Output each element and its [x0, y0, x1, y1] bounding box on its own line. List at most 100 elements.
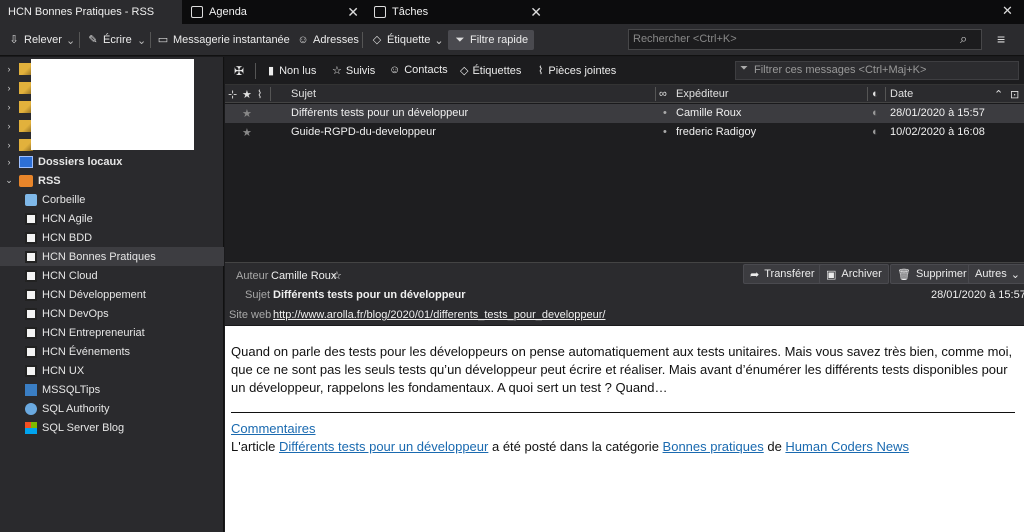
sidebar-item-hcn-entrepreneuriat[interactable]: HCN Entrepreneuriat	[0, 323, 224, 342]
star-icon[interactable]: ☆	[332, 269, 342, 282]
chevron-down-icon[interactable]: ⌄	[66, 30, 75, 50]
star-icon[interactable]: ★	[242, 107, 252, 120]
auteur-value[interactable]: Camille Roux	[271, 270, 336, 282]
sidebar-item-label: HCN Cloud	[42, 269, 98, 282]
tab-agenda[interactable]: Agenda ✕	[183, 0, 365, 24]
status-dot-icon: •	[663, 126, 667, 138]
message-sender: frederic Radigoy	[676, 126, 757, 138]
chevron-right-icon[interactable]: ›	[4, 140, 14, 150]
junk-column-icon[interactable]: ◐	[872, 88, 879, 100]
chevron-down-icon: ⌄	[1010, 268, 1021, 281]
messagerie-button[interactable]: ▭ Messagerie instantanée	[157, 30, 290, 50]
table-row[interactable]: ★ Différents tests pour un développeur •…	[225, 104, 1024, 123]
tab-taches[interactable]: Tâches ✕	[366, 0, 548, 24]
column-divider	[885, 87, 886, 101]
chevron-down-icon[interactable]: ⌄	[137, 30, 146, 50]
message-body: Quand on parle des tests pour les dévelo…	[225, 326, 1024, 532]
sidebar-item-label: Corbeille	[42, 193, 86, 206]
column-expediteur[interactable]: Expéditeur	[676, 88, 729, 100]
sidebar-item-label: HCN Entrepreneuriat	[42, 326, 145, 339]
filter-icon: ⏷	[455, 34, 465, 46]
supprimer-button[interactable]: 🗑 Supprimer	[890, 264, 974, 284]
siteweb-link[interactable]: http://www.arolla.fr/blog/2020/01/differ…	[273, 309, 605, 321]
article-mid: a été posté dans la catégorie	[488, 439, 663, 454]
archive-icon: ▣	[826, 268, 837, 281]
sidebar-item-hcn-cloud[interactable]: HCN Cloud	[0, 266, 224, 285]
chevron-right-icon[interactable]: ›	[4, 102, 14, 112]
pin-icon[interactable]: ✠	[234, 64, 244, 78]
etiquette-label: Étiquette	[387, 34, 431, 46]
source-link[interactable]: Human Coders News	[785, 439, 909, 454]
suivis-filter-button[interactable]: ☆ Suivis	[332, 64, 375, 78]
etiquette-button[interactable]: ◇ Étiquette ⌄	[371, 30, 444, 50]
filter-messages-input[interactable]: Filtrer ces messages <Ctrl+Maj+K>	[735, 61, 1019, 80]
category-link[interactable]: Bonnes pratiques	[663, 439, 764, 454]
commentaires-link[interactable]: Commentaires	[231, 421, 316, 436]
global-search-input[interactable]: Rechercher <Ctrl+K>	[628, 29, 982, 50]
tab-bar: HCN Bonnes Pratiques - RSS Agenda ✕ Tâch…	[0, 0, 1024, 24]
column-date[interactable]: Date	[890, 88, 913, 100]
search-icon[interactable]: ⌕	[960, 31, 967, 47]
close-icon[interactable]: ✕	[530, 4, 542, 21]
sidebar-item-mssqltips[interactable]: MSSQLTips	[0, 380, 224, 399]
sort-ascending-icon[interactable]: ⌃	[994, 88, 1003, 101]
chevron-right-icon[interactable]: ›	[4, 83, 14, 93]
rss-icon	[19, 174, 33, 187]
article-de: de	[763, 439, 786, 454]
trash-icon	[25, 193, 37, 206]
filtre-rapide-button[interactable]: ⏷ Filtre rapide	[448, 30, 535, 50]
ecrire-label: Écrire	[103, 34, 132, 46]
dossiers-locaux-row[interactable]: › Dossiers locaux	[0, 152, 224, 171]
sidebar-item-hcn-bonnes-pratiques[interactable]: HCN Bonnes Pratiques	[0, 247, 224, 266]
sidebar-item-label: HCN DevOps	[42, 307, 109, 320]
body-paragraph: Quand on parle des tests pour les dévelo…	[231, 344, 1013, 395]
ecrire-button[interactable]: ✎ Écrire	[87, 30, 132, 50]
sidebar-item-label: HCN Bonnes Pratiques	[42, 250, 156, 263]
sidebar-item-sql-authority[interactable]: SQL Authority	[0, 399, 224, 418]
tag-icon: ◇	[372, 34, 382, 46]
transferer-button[interactable]: ➦ Transférer	[743, 264, 822, 284]
etiquettes-filter-button[interactable]: ◇ Étiquettes	[460, 64, 521, 78]
non-lus-filter-button[interactable]: ▮ Non lus	[268, 64, 316, 78]
attachment-column-icon[interactable]: ⌇	[257, 88, 262, 101]
menu-icon[interactable]: ≡	[997, 29, 1005, 49]
column-picker-icon[interactable]: ⊡	[1010, 88, 1019, 101]
chevron-down-icon[interactable]: ⌄	[4, 175, 14, 186]
chevron-right-icon[interactable]: ›	[4, 64, 14, 74]
sidebar-item-hcn-developpement[interactable]: HCN Développement	[0, 285, 224, 304]
archiver-button[interactable]: ▣ Archiver	[819, 264, 889, 284]
relever-button[interactable]: ⇩ Relever	[8, 30, 62, 50]
tab-hcn-bonnes-pratiques[interactable]: HCN Bonnes Pratiques - RSS	[0, 0, 182, 24]
adresses-button[interactable]: ☺ Adresses	[297, 30, 358, 50]
message-date: 10/02/2020 à 16:08	[890, 126, 985, 138]
contacts-filter-button[interactable]: ☺ Contacts	[389, 64, 448, 76]
tag-icon: ◇	[460, 65, 469, 77]
article-link[interactable]: Différents tests pour un développeur	[279, 439, 488, 454]
star-icon[interactable]: ★	[242, 126, 252, 139]
sidebar-item-hcn-bdd[interactable]: HCN BDD	[0, 228, 224, 247]
table-row[interactable]: ★ Guide-RGPD-du-developpeur • frederic R…	[225, 123, 1024, 142]
sidebar-item-hcn-agile[interactable]: HCN Agile	[0, 209, 224, 228]
column-sujet[interactable]: Sujet	[291, 88, 316, 100]
chevron-right-icon[interactable]: ›	[4, 121, 14, 131]
autres-button[interactable]: Autres ⌄	[968, 264, 1024, 284]
hcn-feed-icon	[25, 231, 37, 244]
thread-column-icon[interactable]: ⊹	[228, 88, 237, 101]
pieces-jointes-filter-button[interactable]: ⌇ Pièces jointes	[538, 64, 617, 78]
filtre-rapide-label: Filtre rapide	[470, 34, 529, 46]
sidebar-item-sql-server-blog[interactable]: SQL Server Blog	[0, 418, 224, 437]
junk-icon: ◐	[872, 126, 879, 138]
rss-row[interactable]: ⌄ RSS	[0, 171, 224, 190]
toolbar-divider	[150, 32, 151, 48]
sidebar-item-corbeille[interactable]: Corbeille	[0, 190, 224, 209]
archiver-label: Archiver	[841, 268, 882, 280]
star-column-icon[interactable]: ★	[242, 88, 252, 101]
sidebar-item-hcn-evenements[interactable]: HCN Événements	[0, 342, 224, 361]
close-icon[interactable]: ✕	[347, 4, 359, 21]
pieces-jointes-label: Pièces jointes	[548, 64, 617, 77]
chevron-right-icon[interactable]: ›	[4, 157, 14, 167]
thread-toggle-icon[interactable]: ∞	[659, 88, 667, 100]
window-close-icon[interactable]: ✕	[1002, 3, 1013, 19]
sidebar-item-hcn-ux[interactable]: HCN UX	[0, 361, 224, 380]
sidebar-item-hcn-devops[interactable]: HCN DevOps	[0, 304, 224, 323]
